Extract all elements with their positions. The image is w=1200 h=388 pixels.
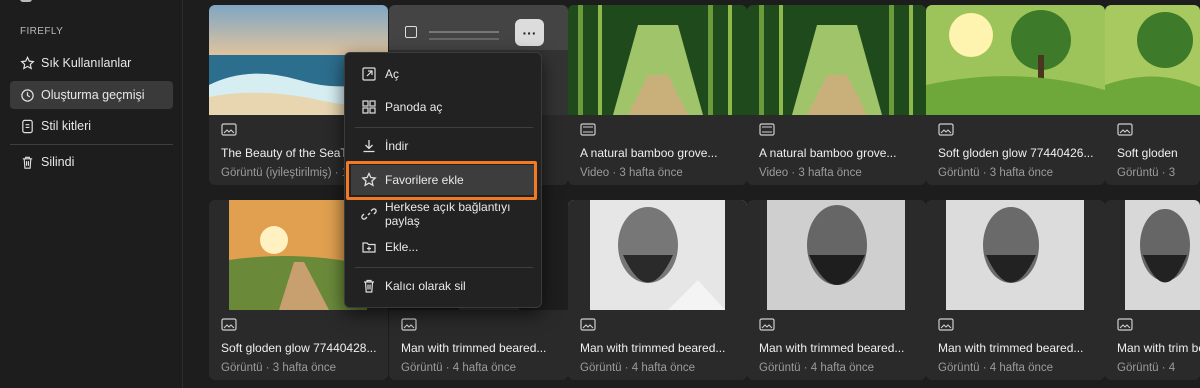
thumbnail-bamboo <box>568 5 747 115</box>
asset-card[interactable]: A natural bamboo grove... Video · 3 haft… <box>568 5 747 185</box>
menu-item-delete-permanently[interactable]: Kalıcı olarak sil <box>351 271 537 301</box>
thumbnail-portrait <box>747 200 926 310</box>
sidebar-item-favorites[interactable]: Sık Kullanılanlar <box>10 49 173 77</box>
card-title: Man with trimmed beared... <box>759 341 905 355</box>
video-icon <box>580 123 596 136</box>
folder-icon[interactable] <box>20 0 32 2</box>
card-meta: Görüntü · 4 hafta önce <box>580 362 696 374</box>
menu-item-label: İndir <box>385 139 409 153</box>
select-checkbox[interactable] <box>405 26 417 38</box>
card-meta: Video · 3 hafta önce <box>759 167 862 179</box>
sidebar-item-label: Silindi <box>41 155 75 169</box>
menu-item-label: Herkese açık bağlantıyı paylaş <box>385 200 511 228</box>
image-icon <box>938 318 954 331</box>
thumbnail-bamboo <box>747 5 926 115</box>
card-title: Man with trimmed beared... <box>580 341 726 355</box>
add-to-folder-icon <box>362 242 376 253</box>
menu-item-label: Aç <box>385 67 400 81</box>
asset-card[interactable]: A natural bamboo grove... Video · 3 haft… <box>747 5 926 185</box>
card-meta: Görüntü · 4 hafta önce <box>401 362 517 374</box>
card-title: A natural bamboo grove... <box>759 146 897 160</box>
thumbnail-meadow <box>1105 5 1200 115</box>
style-kit-icon <box>22 119 33 133</box>
card-meta: Görüntü · 3 hafta önce <box>938 167 1054 179</box>
menu-divider <box>355 267 533 268</box>
divider <box>429 31 499 33</box>
menu-divider <box>355 127 533 128</box>
image-icon <box>401 318 417 331</box>
thumbnail-meadow <box>926 5 1105 115</box>
asset-card[interactable]: Man with trimmed beared... Görüntü · 4 h… <box>926 200 1105 380</box>
card-title: Man with trimmed beared... <box>401 341 547 355</box>
asset-card[interactable]: Man with trimmed beared... Görüntü · 4 h… <box>568 200 747 380</box>
sidebar-item-label: Sık Kullanılanlar <box>41 56 132 70</box>
menu-item-label: Panoda aç <box>385 100 443 114</box>
menu-item-download[interactable]: İndir <box>351 131 537 161</box>
more-options-button[interactable]: ··· <box>515 19 544 46</box>
star-icon <box>20 55 35 70</box>
image-icon <box>221 123 237 136</box>
divider <box>429 38 499 40</box>
image-icon <box>1117 123 1133 136</box>
menu-item-add-to[interactable]: Ekle... <box>351 232 537 262</box>
thumbnail-portrait <box>1105 200 1200 310</box>
trash-icon <box>364 279 374 293</box>
asset-card[interactable]: Man with trim be Görüntü · 4 <box>1105 200 1200 380</box>
history-icon <box>21 88 34 102</box>
card-title: Soft gloden glow 77440428... <box>221 341 377 355</box>
sidebar-item-style-kits[interactable]: Stil kitleri <box>10 112 173 140</box>
download-icon <box>363 140 375 153</box>
image-icon <box>1117 318 1133 331</box>
card-meta: Görüntü · 3 <box>1117 167 1176 179</box>
open-icon <box>362 67 376 81</box>
sidebar-item-history[interactable]: Oluşturma geçmişi <box>10 81 173 109</box>
menu-item-open[interactable]: Aç <box>351 59 537 89</box>
card-meta: Görüntü · 4 hafta önce <box>759 362 875 374</box>
image-icon <box>580 318 596 331</box>
link-icon <box>361 208 377 220</box>
sidebar-section-label: FIREFLY <box>20 26 64 37</box>
asset-card[interactable]: Soft gloden Görüntü · 3 <box>1105 5 1200 185</box>
card-title: A natural bamboo grove... <box>580 146 718 160</box>
image-icon <box>938 123 954 136</box>
menu-item-label: Ekle... <box>385 240 419 254</box>
card-title: Man with trim be <box>1117 341 1200 355</box>
board-icon <box>362 100 376 114</box>
video-icon <box>759 123 775 136</box>
trash-icon <box>22 156 33 169</box>
card-meta: Görüntü · 4 <box>1117 362 1176 374</box>
highlight-annotation <box>346 161 537 200</box>
sidebar-item-deleted[interactable]: Silindi <box>10 148 173 176</box>
card-meta: Video · 3 hafta önce <box>580 167 683 179</box>
menu-item-share-public-link[interactable]: Herkese açık bağlantıyı paylaş <box>351 199 537 229</box>
menu-item-label: Kalıcı olarak sil <box>385 279 466 293</box>
card-hover-overlay: ··· <box>389 5 568 50</box>
card-meta: Görüntü · 4 hafta önce <box>938 362 1054 374</box>
menu-item-open-in-board[interactable]: Panoda aç <box>351 92 537 122</box>
card-title: Soft gloden glow 77440426... <box>938 146 1094 160</box>
card-title: Man with trimmed beared... <box>938 341 1084 355</box>
image-icon <box>221 318 237 331</box>
sidebar-item-label: Stil kitleri <box>41 119 92 133</box>
sidebar: FIREFLY Sık Kullanılanlar Oluşturma geçm… <box>0 0 183 388</box>
thumbnail-portrait <box>568 200 747 310</box>
thumbnail-portrait <box>926 200 1105 310</box>
asset-card[interactable]: Man with trimmed beared... Görüntü · 4 h… <box>747 200 926 380</box>
card-meta: Görüntü · 3 hafta önce <box>221 362 337 374</box>
image-icon <box>759 318 775 331</box>
sidebar-divider <box>10 144 173 145</box>
sidebar-item-label: Oluşturma geçmişi <box>41 88 145 102</box>
card-title: Soft gloden <box>1117 146 1178 160</box>
asset-card[interactable]: Soft gloden glow 77440426... Görüntü · 3… <box>926 5 1105 185</box>
